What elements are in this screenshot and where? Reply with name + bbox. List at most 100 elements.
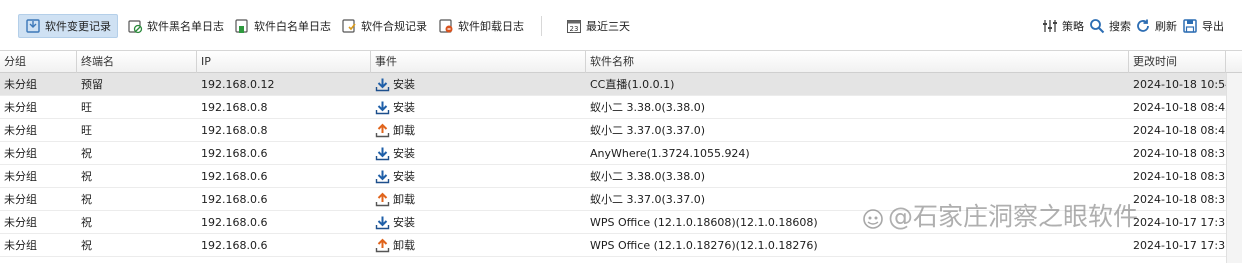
- cell-software: WPS Office (12.1.0.18276)(12.1.0.18276): [590, 239, 818, 252]
- toolbar: 软件变更记录 软件黑名单日志 软件白名单日志 软件合规记录 软件卸载日志 23 …: [0, 0, 1242, 51]
- table-row[interactable]: 未分组 旺 192.168.0.8 卸载 蚁小二 3.37.0(3.37.0) 2024-…: [0, 119, 1226, 142]
- cell-time: 2024-10-17 17:31:14: [1133, 216, 1226, 229]
- software-change-table: 分组 终端名 IP 事件 软件名称 更改时间 未分组 预留 192.168.0.12…: [0, 51, 1242, 263]
- cell-group: 未分组: [4, 124, 37, 137]
- date-range-button[interactable]: 23 最近三天: [560, 14, 636, 38]
- search-label: 搜索: [1109, 20, 1131, 33]
- tab-label: 软件变更记录: [45, 20, 111, 33]
- blacklist-log-icon: [127, 18, 143, 34]
- cell-event: 安装: [371, 211, 586, 234]
- cell-software: 蚁小二 3.37.0(3.37.0): [590, 124, 706, 137]
- cell-group: 未分组: [4, 170, 37, 183]
- event-label: 安装: [393, 78, 415, 91]
- column-header-event[interactable]: 事件: [371, 51, 586, 73]
- event-label: 安装: [393, 101, 415, 114]
- policy-label: 策略: [1062, 20, 1084, 33]
- install-icon: [375, 215, 390, 230]
- refresh-label: 刷新: [1155, 20, 1177, 33]
- tab-blacklist-log[interactable]: 软件黑名单日志: [121, 14, 230, 38]
- tab-label: 软件黑名单日志: [147, 20, 224, 33]
- cell-ip: 192.168.0.8: [201, 124, 268, 137]
- cell-software: WPS Office (12.1.0.18608)(12.1.0.18608): [590, 216, 818, 229]
- cell-ip: 192.168.0.6: [201, 216, 268, 229]
- uninstall-icon: [375, 123, 390, 138]
- export-label: 导出: [1202, 20, 1224, 33]
- uninstall-icon: [375, 192, 390, 207]
- cell-software: 蚁小二 3.38.0(3.38.0): [590, 101, 706, 114]
- tab-whitelist-log[interactable]: 软件白名单日志: [228, 14, 337, 38]
- cell-event: 卸载: [371, 188, 586, 211]
- cell-group: 未分组: [4, 101, 37, 114]
- cell-time: 2024-10-18 10:54:54: [1133, 78, 1226, 91]
- column-header-terminal[interactable]: 终端名: [77, 51, 197, 73]
- table-row[interactable]: 未分组 祝 192.168.0.6 卸载 蚁小二 3.37.0(3.37.0) 2024-…: [0, 188, 1226, 211]
- cell-terminal: 祝: [81, 147, 92, 160]
- tab-label: 软件合规记录: [361, 20, 427, 33]
- table-row[interactable]: 未分组 祝 192.168.0.6 安装 蚁小二 3.38.0(3.38.0) 2024-…: [0, 165, 1226, 188]
- cell-time: 2024-10-18 08:42:29: [1133, 101, 1226, 114]
- tab-uninstall-log[interactable]: 软件卸载日志: [432, 14, 530, 38]
- cell-ip: 192.168.0.6: [201, 193, 268, 206]
- cell-time: 2024-10-17 17:31:14: [1133, 239, 1226, 252]
- event-label: 卸载: [393, 193, 415, 206]
- column-header-group[interactable]: 分组: [0, 51, 77, 73]
- cell-group: 未分组: [4, 193, 37, 206]
- cell-event: 安装: [371, 96, 586, 119]
- date-range-label: 最近三天: [586, 20, 630, 33]
- table-row[interactable]: 未分组 预留 192.168.0.12 安装 CC直播(1.0.0.1) 2024-10-…: [0, 73, 1226, 96]
- event-label: 安装: [393, 147, 415, 160]
- cell-terminal: 预留: [81, 78, 103, 91]
- install-icon: [375, 100, 390, 115]
- cell-software: 蚁小二 3.38.0(3.38.0): [590, 170, 706, 183]
- cell-event: 安装: [371, 142, 586, 165]
- policy-button[interactable]: 策略: [1036, 14, 1090, 38]
- table-row[interactable]: 未分组 祝 192.168.0.6 安装 AnyWhere(1.3724.1055.92…: [0, 142, 1226, 165]
- install-icon: [375, 169, 390, 184]
- tab-label: 软件卸载日志: [458, 20, 524, 33]
- export-button[interactable]: 导出: [1176, 14, 1230, 38]
- export-icon: [1182, 18, 1198, 34]
- whitelist-log-icon: [234, 18, 250, 34]
- tab-label: 软件白名单日志: [254, 20, 331, 33]
- cell-terminal: 旺: [81, 101, 92, 114]
- refresh-button[interactable]: 刷新: [1129, 14, 1183, 38]
- cell-time: 2024-10-18 08:37:30: [1133, 147, 1226, 160]
- compliance-record-icon: [341, 18, 357, 34]
- cell-software: CC直播(1.0.0.1): [590, 78, 675, 91]
- search-icon: [1089, 18, 1105, 34]
- cell-software: AnyWhere(1.3724.1055.924): [590, 147, 750, 160]
- table-row[interactable]: 未分组 祝 192.168.0.6 安装 WPS Office (12.1.0.1860…: [0, 211, 1226, 234]
- event-label: 卸载: [393, 124, 415, 137]
- software-change-log-icon: [25, 18, 41, 34]
- refresh-icon: [1135, 18, 1151, 34]
- cell-event: 卸载: [371, 119, 586, 142]
- column-header-software[interactable]: 软件名称: [586, 51, 1129, 73]
- tab-compliance-record[interactable]: 软件合规记录: [335, 14, 433, 38]
- table-row[interactable]: 未分组 祝 192.168.0.6 卸载 WPS Office (12.1.0.1827…: [0, 234, 1226, 257]
- uninstall-icon: [375, 238, 390, 253]
- cell-terminal: 祝: [81, 193, 92, 206]
- column-header-time[interactable]: 更改时间: [1129, 51, 1226, 73]
- event-label: 安装: [393, 170, 415, 183]
- table-header: 分组 终端名 IP 事件 软件名称 更改时间: [0, 51, 1242, 73]
- cell-time: 2024-10-18 08:42:29: [1133, 124, 1226, 137]
- cell-time: 2024-10-18 08:37:30: [1133, 170, 1226, 183]
- column-header-ip[interactable]: IP: [197, 51, 371, 73]
- cell-terminal: 祝: [81, 239, 92, 252]
- tab-software-change-log[interactable]: 软件变更记录: [18, 14, 118, 38]
- toolbar-divider: [541, 16, 542, 36]
- table-row[interactable]: 未分组 旺 192.168.0.8 安装 蚁小二 3.38.0(3.38.0) 2024-…: [0, 96, 1226, 119]
- event-label: 卸载: [393, 239, 415, 252]
- cell-ip: 192.168.0.12: [201, 78, 275, 91]
- cell-software: 蚁小二 3.37.0(3.37.0): [590, 193, 706, 206]
- vertical-scrollbar[interactable]: [1226, 73, 1242, 263]
- cell-terminal: 祝: [81, 170, 92, 183]
- svg-text:23: 23: [570, 25, 579, 33]
- install-icon: [375, 77, 390, 92]
- cell-event: 卸载: [371, 234, 586, 257]
- cell-group: 未分组: [4, 216, 37, 229]
- install-icon: [375, 146, 390, 161]
- cell-time: 2024-10-18 08:37:30: [1133, 193, 1226, 206]
- cell-group: 未分组: [4, 78, 37, 91]
- cell-terminal: 祝: [81, 216, 92, 229]
